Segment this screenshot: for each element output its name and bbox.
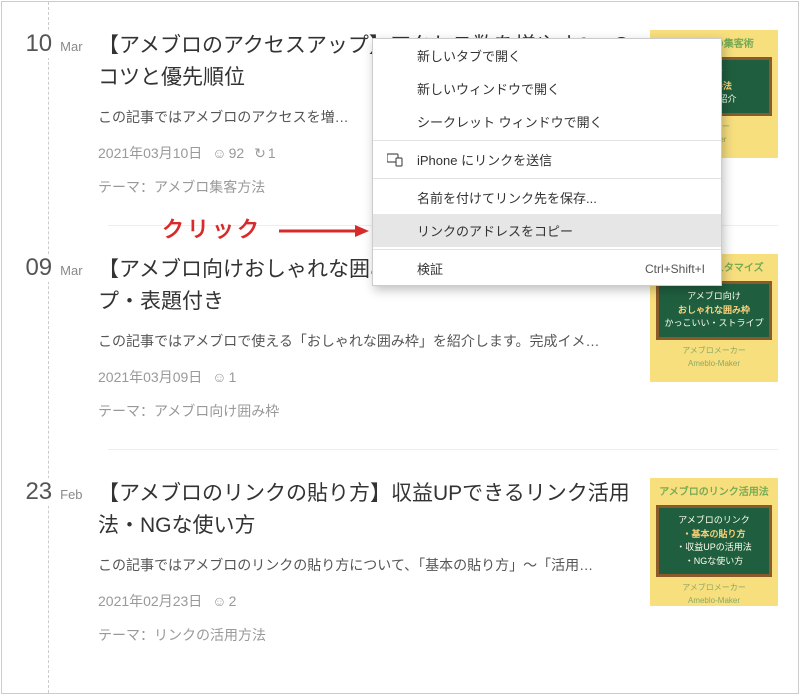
- post-date: 2021年03月09日: [98, 367, 202, 387]
- context-menu-item[interactable]: リンクのアドレスをコピー: [373, 214, 721, 247]
- thumb-line: アメブロ向け: [663, 290, 765, 304]
- theme-prefix: テーマ：: [98, 627, 154, 643]
- thumb-foot2: Ameblo-Maker: [650, 356, 778, 368]
- date-day: 10: [21, 30, 56, 58]
- annotation-arrow: [279, 224, 369, 238]
- context-menu-label: iPhone にリンクを送信: [417, 150, 552, 169]
- context-menu-separator: [373, 140, 721, 141]
- thumb-board: アメブロのリンク・基本の貼り方・収益UPの活用法・NGな使い方: [656, 505, 772, 577]
- repost-value: 1: [268, 145, 276, 161]
- context-menu-item[interactable]: 新しいウィンドウで開く: [373, 72, 721, 105]
- post-body: 【アメブロのリンクの貼り方】収益UPできるリンク活用法・NGな使い方この記事では…: [90, 478, 640, 645]
- context-menu-label: リンクのアドレスをコピー: [417, 221, 573, 240]
- smile-value: 1: [229, 369, 237, 385]
- context-menu-label: 新しいタブで開く: [417, 46, 521, 65]
- context-menu: 新しいタブで開く新しいウィンドウで開くシークレット ウィンドウで開く iPhone…: [372, 38, 722, 286]
- thumb-line: おしゃれな囲み枠: [663, 304, 765, 318]
- post-thumbnail[interactable]: アメブロのリンク活用法アメブロのリンク・基本の貼り方・収益UPの活用法・NGな使…: [650, 478, 778, 606]
- thumb-line: アメブロのリンク: [663, 514, 765, 528]
- thumb-line: かっこいい・ストライプ: [663, 317, 765, 331]
- annotation-click-label: クリック: [162, 212, 262, 244]
- smile-count[interactable]: ☺1: [212, 369, 236, 385]
- context-menu-separator: [373, 249, 721, 250]
- context-menu-label: 検証: [417, 259, 443, 278]
- context-menu-item[interactable]: シークレット ウィンドウで開く: [373, 105, 721, 138]
- post-excerpt: この記事ではアメブロのリンクの貼り方について、「基本の貼り方」～「活用…: [98, 555, 640, 575]
- post-meta: 2021年02月23日 ☺2: [98, 591, 640, 611]
- thumb-foot2: Ameblo-Maker: [650, 593, 778, 605]
- post-excerpt: この記事ではアメブロで使える「おしゃれな囲み枠」を紹介します。完成イメ…: [98, 331, 640, 351]
- thumb-line: ・NGな使い方: [663, 555, 765, 569]
- post-title-link[interactable]: 【アメブロのリンクの貼り方】収益UPできるリンク活用法・NGな使い方: [98, 478, 640, 541]
- smile-value: 92: [229, 145, 245, 161]
- date-month: Feb: [56, 487, 86, 502]
- thumb-line: ・収益UPの活用法: [663, 541, 765, 555]
- date-column: 10Mar: [18, 30, 90, 197]
- repost-icon: ↻: [254, 145, 266, 162]
- post-meta: 2021年03月09日 ☺1: [98, 367, 640, 387]
- context-menu-shortcut: Ctrl+Shift+I: [645, 262, 705, 276]
- thumb-foot1: アメブロメーカー: [650, 342, 778, 356]
- context-menu-item[interactable]: 名前を付けてリンク先を保存...: [373, 181, 721, 214]
- date-month: Mar: [56, 263, 86, 278]
- post-theme: テーマ：アメブロ向け囲み枠: [98, 401, 640, 421]
- repost-count[interactable]: ↻1: [254, 145, 276, 162]
- devices-icon: [387, 153, 403, 167]
- date-column: 23Feb: [18, 478, 90, 645]
- context-menu-separator: [373, 178, 721, 179]
- context-menu-item[interactable]: 新しいタブで開く: [373, 39, 721, 72]
- theme-link[interactable]: リンクの活用方法: [154, 627, 266, 643]
- post-date: 2021年02月23日: [98, 591, 202, 611]
- smile-value: 2: [229, 593, 237, 609]
- smile-icon: ☺: [212, 369, 226, 385]
- blog-timeline-frame: 10Mar【アメブロのアクセスアップ】アクセス数を増やす9つのコツと優先順位この…: [1, 1, 799, 694]
- theme-link[interactable]: アメブロ集客方法: [154, 179, 265, 195]
- smile-count[interactable]: ☺2: [212, 593, 236, 609]
- theme-prefix: テーマ：: [98, 179, 154, 195]
- theme-prefix: テーマ：: [98, 403, 154, 419]
- date-column: 09Mar: [18, 254, 90, 421]
- context-menu-label: シークレット ウィンドウで開く: [417, 112, 603, 131]
- thumb-head: アメブロのリンク活用法: [650, 478, 778, 503]
- context-menu-item[interactable]: 検証 Ctrl+Shift+I: [373, 252, 721, 285]
- smile-icon: ☺: [212, 593, 226, 609]
- theme-link[interactable]: アメブロ向け囲み枠: [154, 403, 279, 419]
- thumb-line: ・基本の貼り方: [663, 528, 765, 542]
- context-menu-item[interactable]: iPhone にリンクを送信: [373, 143, 721, 176]
- thumb-foot1: アメブロメーカー: [650, 579, 778, 593]
- post-theme: テーマ：リンクの活用方法: [98, 625, 640, 645]
- thumb-board: アメブロ向けおしゃれな囲み枠かっこいい・ストライプ: [656, 281, 772, 340]
- context-menu-label: 名前を付けてリンク先を保存...: [417, 188, 597, 207]
- date-day: 23: [21, 478, 56, 506]
- post: 23Feb【アメブロのリンクの貼り方】収益UPできるリンク活用法・NGな使い方こ…: [18, 450, 798, 673]
- context-menu-label: 新しいウィンドウで開く: [417, 79, 560, 98]
- smile-icon: ☺: [212, 145, 226, 161]
- date-month: Mar: [56, 39, 86, 54]
- smile-count[interactable]: ☺92: [212, 145, 244, 161]
- post-date: 2021年03月10日: [98, 143, 202, 163]
- date-day: 09: [21, 254, 56, 282]
